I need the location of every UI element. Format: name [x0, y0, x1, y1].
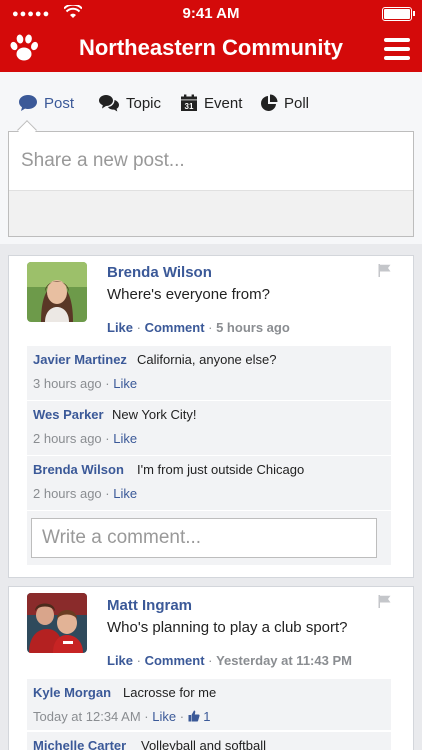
- tab-event[interactable]: 31 Event: [180, 94, 242, 112]
- comment-meta: 2 hours ago · Like: [33, 431, 138, 446]
- avatar[interactable]: [27, 262, 87, 322]
- comment-meta: 3 hours ago · Like: [33, 376, 138, 391]
- write-comment-box: [27, 511, 391, 565]
- hamburger-menu-icon[interactable]: [384, 38, 410, 60]
- like-link[interactable]: Like: [107, 653, 133, 668]
- avatar[interactable]: [27, 593, 87, 653]
- write-comment-input[interactable]: [31, 518, 377, 558]
- comment-link[interactable]: Comment: [145, 653, 205, 668]
- app-header: ●●●●● 9:41 AM Northeastern Community: [0, 0, 422, 72]
- post-card: Matt Ingram Who's planning to play a clu…: [8, 586, 414, 750]
- post-timestamp: Yesterday at 11:43 PM: [216, 653, 352, 668]
- post-text: Who's planning to play a club sport?: [107, 619, 348, 636]
- comment-like-link[interactable]: Like: [152, 709, 176, 724]
- composer-tabs: Post Topic 31 Event Poll: [0, 72, 422, 130]
- tab-event-label: Event: [204, 94, 243, 112]
- comment-timestamp: 2 hours ago: [33, 486, 102, 501]
- post-actions: Like · Comment · Yesterday at 11:43 PM: [107, 653, 352, 668]
- status-bar: ●●●●● 9:41 AM: [0, 0, 422, 28]
- tab-post-label: Post: [44, 94, 75, 112]
- conversation-icon: [99, 95, 119, 112]
- share-post-input[interactable]: [9, 132, 413, 190]
- tab-topic-label: Topic: [126, 94, 162, 112]
- like-count-value: 1: [203, 709, 211, 724]
- post-composer: Post Topic 31 Event Poll: [0, 72, 422, 244]
- comment-timestamp: Today at 12:34 AM: [33, 709, 141, 724]
- comment-author[interactable]: Wes Parker: [33, 407, 104, 422]
- post-author[interactable]: Brenda Wilson: [107, 264, 212, 281]
- post-actions: Like · Comment · 5 hours ago: [107, 320, 290, 335]
- calendar-day: 31: [185, 102, 194, 111]
- chat-bubble-icon: [19, 95, 37, 111]
- comment-author[interactable]: Javier Martinez: [33, 352, 127, 367]
- comment-meta: Today at 12:34 AM · Like · 1: [33, 709, 211, 724]
- comment-timestamp: 3 hours ago: [33, 376, 102, 391]
- comment-text: New York City!: [112, 407, 197, 422]
- tab-poll[interactable]: Poll: [260, 94, 309, 112]
- comment-text: Volleyball and softball: [141, 738, 267, 750]
- comment-meta: 2 hours ago · Like: [33, 486, 138, 501]
- clock: 9:41 AM: [182, 5, 240, 22]
- comment-author[interactable]: Brenda Wilson: [33, 462, 124, 477]
- post-timestamp: 5 hours ago: [216, 320, 290, 335]
- page-title: Northeastern Community: [78, 35, 344, 60]
- comment-item: Javier Martinez California, anyone else?…: [27, 346, 391, 401]
- flag-icon[interactable]: [378, 264, 391, 282]
- tab-topic[interactable]: Topic: [98, 94, 161, 112]
- comment-author[interactable]: Kyle Morgan: [33, 685, 111, 700]
- comment-timestamp: 2 hours ago: [33, 431, 102, 446]
- comment-item: Brenda Wilson I'm from just outside Chic…: [27, 456, 391, 511]
- like-count[interactable]: 1: [188, 709, 211, 724]
- share-box-footer: [9, 190, 413, 236]
- comment-like-link[interactable]: Like: [113, 376, 137, 391]
- calendar-icon: 31: [181, 94, 197, 111]
- comment-text: California, anyone else?: [137, 352, 277, 367]
- comment-link[interactable]: Comment: [145, 320, 205, 335]
- battery-icon: [382, 7, 415, 21]
- post-card: Brenda Wilson Where's everyone from? Lik…: [8, 255, 414, 578]
- tab-post[interactable]: Post: [18, 94, 74, 112]
- flag-icon[interactable]: [378, 595, 391, 613]
- comment-like-link[interactable]: Like: [113, 431, 137, 446]
- comment-text: I'm from just outside Chicago: [137, 462, 305, 477]
- comment-item: Wes Parker New York City! 2 hours ago · …: [27, 401, 391, 456]
- comment-item: Kyle Morgan Lacrosse for me Today at 12:…: [27, 679, 391, 731]
- post-author[interactable]: Matt Ingram: [107, 597, 192, 614]
- comment-text: Lacrosse for me: [123, 685, 217, 700]
- comment-author[interactable]: Michelle Carter: [33, 738, 126, 750]
- tab-poll-label: Poll: [284, 94, 310, 112]
- post-text: Where's everyone from?: [107, 286, 270, 303]
- like-link[interactable]: Like: [107, 320, 133, 335]
- share-box: [8, 131, 414, 237]
- thumbs-up-icon: [188, 710, 200, 722]
- comment-like-link[interactable]: Like: [113, 486, 137, 501]
- pie-chart-icon: [261, 94, 278, 111]
- comment-item: Michelle Carter Volleyball and softball: [27, 732, 391, 750]
